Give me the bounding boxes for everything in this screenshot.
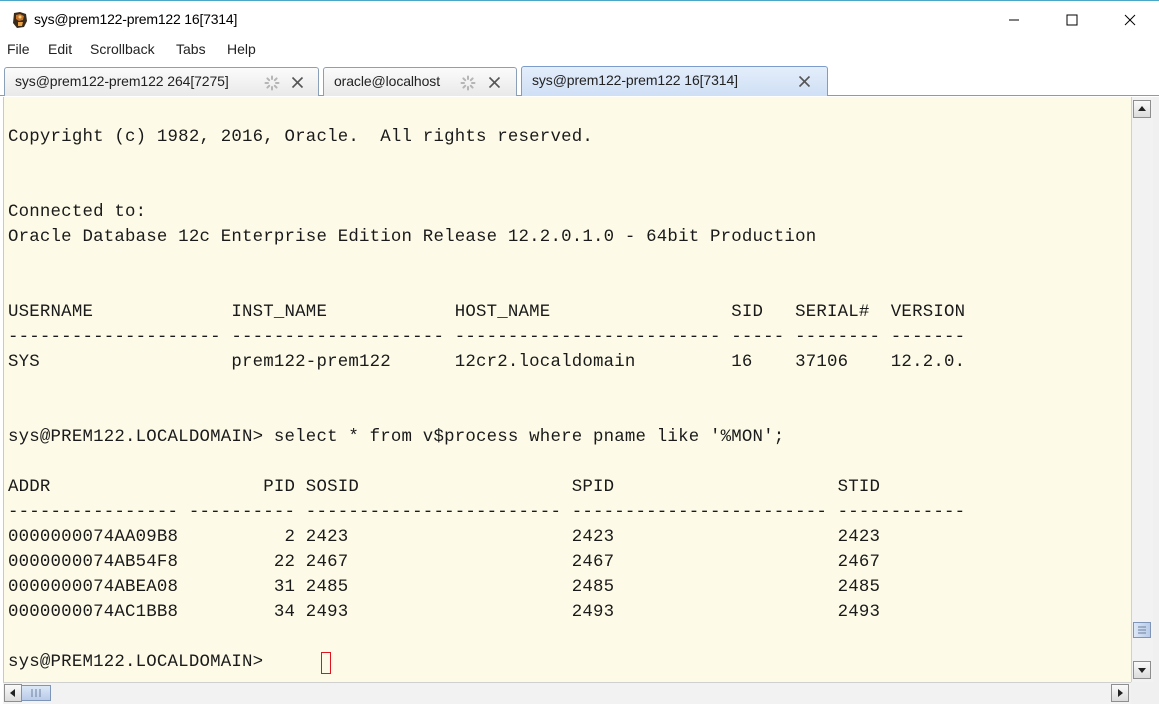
window-edge	[1153, 97, 1159, 682]
vertical-scrollbar[interactable]	[1131, 97, 1153, 682]
vertical-scroll-thumb[interactable]	[1133, 622, 1151, 638]
terminal-line: 0000000074AC1BB8 34 2493 2493 2493	[8, 603, 881, 622]
menu-edit[interactable]: Edit	[48, 41, 72, 57]
terminal-line: Connected to:	[8, 203, 147, 222]
menu-scrollback[interactable]: Scrollback	[90, 41, 155, 57]
scroll-up-button[interactable]	[1133, 100, 1151, 118]
terminal-line: USERNAME INST_NAME HOST_NAME SID SERIAL#…	[8, 303, 966, 322]
arrow-right-icon	[1118, 689, 1123, 697]
close-icon	[1124, 14, 1136, 26]
terminal-output[interactable]: Copyright (c) 1982, 2016, Oracle. All ri…	[3, 97, 1131, 682]
menu-bar: File Edit Scrollback Tabs Help	[0, 38, 1159, 62]
terminal-line: ---------------- ---------- ------------…	[8, 503, 966, 522]
horizontal-scroll-thumb[interactable]	[21, 685, 51, 701]
tab-oracle-localhost[interactable]: oracle@localhost	[323, 67, 517, 96]
terminal-line: 0000000074ABEA08 31 2485 2485 2485	[8, 578, 881, 597]
loading-spinner-icon	[264, 75, 280, 91]
minimize-button[interactable]	[985, 1, 1043, 39]
close-tab-icon[interactable]	[291, 76, 304, 89]
title-bar: sys@prem122-prem122 16[7314]	[0, 0, 1159, 38]
terminal-line: 0000000074AA09B8 2 2423 2423 2423	[8, 528, 881, 547]
minimize-icon	[1009, 19, 1019, 21]
scroll-right-button[interactable]	[1111, 684, 1129, 702]
terminal-line: 0000000074AB54F8 22 2467 2467 2467	[8, 553, 881, 572]
scrollbar-corner	[1131, 682, 1159, 704]
tab-session-16[interactable]: sys@prem122-prem122 16[7314]	[521, 66, 828, 96]
tab-label: oracle@localhost	[334, 73, 440, 89]
terminal-line: sys@PREM122.LOCALDOMAIN> select * from v…	[8, 428, 785, 447]
scroll-down-button[interactable]	[1133, 661, 1151, 679]
tab-session-264[interactable]: sys@prem122-prem122 264[7275]	[4, 67, 319, 96]
terminal-line: -------------------- -------------------…	[8, 328, 966, 347]
terminal-line: SYS prem122-prem122 12cr2.localdomain 16…	[8, 353, 966, 372]
window-title: sys@prem122-prem122 16[7314]	[34, 11, 238, 27]
arrow-up-icon	[1138, 106, 1146, 111]
arrow-down-icon	[1138, 668, 1146, 673]
maximize-icon	[1066, 14, 1078, 26]
menu-tabs[interactable]: Tabs	[176, 41, 206, 57]
scroll-left-button[interactable]	[4, 684, 22, 702]
loading-spinner-icon	[460, 75, 476, 91]
tab-bar: sys@prem122-prem122 264[7275] oracle@loc…	[0, 62, 1159, 96]
text-cursor	[321, 652, 331, 674]
maximize-button[interactable]	[1043, 1, 1101, 39]
arrow-left-icon	[10, 689, 15, 697]
tab-label: sys@prem122-prem122 16[7314]	[532, 72, 738, 88]
menu-help[interactable]: Help	[227, 41, 256, 57]
close-tab-icon[interactable]	[488, 76, 501, 89]
tab-label: sys@prem122-prem122 264[7275]	[15, 73, 229, 89]
terminal-line: ADDR PID SOSID SPID STID	[8, 478, 881, 497]
terminal-app-icon	[11, 11, 29, 29]
close-tab-icon[interactable]	[798, 75, 811, 88]
terminal-line: Copyright (c) 1982, 2016, Oracle. All ri…	[8, 128, 593, 147]
close-window-button[interactable]	[1101, 1, 1159, 39]
horizontal-scrollbar[interactable]	[3, 682, 1131, 704]
terminal-prompt: sys@PREM122.LOCALDOMAIN>	[8, 653, 274, 672]
menu-file[interactable]: File	[7, 41, 30, 57]
terminal-line: Oracle Database 12c Enterprise Edition R…	[8, 228, 817, 247]
